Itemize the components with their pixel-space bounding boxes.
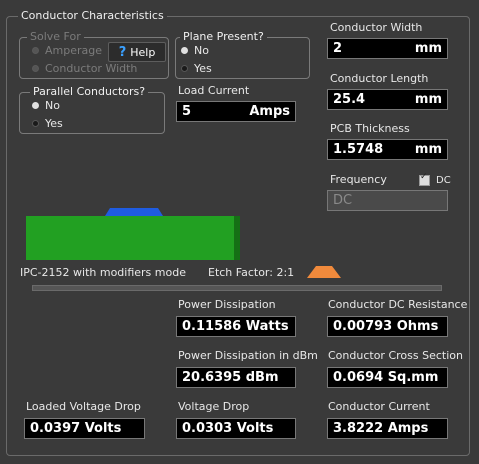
conductor-width-value: 2 [333, 41, 343, 56]
help-label: Help [130, 45, 156, 59]
help-button[interactable]: ? Help [108, 42, 166, 62]
power-dbm-value: 20.6395 dBm [182, 370, 279, 385]
radio-parallel-yes-label: Yes [45, 117, 63, 130]
radio-amperage[interactable]: Amperage [32, 44, 102, 57]
radio-parallel-no[interactable]: No [32, 99, 60, 112]
conductor-width-input[interactable]: 2 mm [327, 38, 448, 59]
radio-conductor-width-label: Conductor Width [45, 62, 138, 75]
dc-checkbox[interactable]: DC [419, 172, 451, 186]
load-current-value: 5 [182, 104, 192, 119]
parallel-conductors-title: Parallel Conductors? [30, 85, 149, 98]
dc-resistance-label: Conductor DC Resistance [328, 298, 468, 311]
load-current-label: Load Current [178, 84, 250, 97]
load-current-input[interactable]: 5 Amps [176, 101, 296, 122]
radio-plane-no-label: No [194, 44, 209, 57]
etch-trapezoid-shape [307, 266, 341, 278]
load-current-unit: Amps [249, 104, 290, 119]
voltage-drop-label: Voltage Drop [178, 400, 250, 413]
conductor-length-label: Conductor Length [330, 72, 429, 85]
radio-parallel-yes[interactable]: Yes [32, 117, 63, 130]
panel-title: Conductor Characteristics [18, 9, 167, 22]
pcb-cross-section-diagram [26, 208, 240, 260]
power-dissipation-label: Power Dissipation [178, 298, 276, 311]
radio-dot-icon [181, 65, 188, 72]
power-dissipation-value: 0.11586 Watts [182, 319, 289, 334]
conductor-trace-shape [105, 208, 163, 216]
power-dbm-label: Power Dissipation in dBm [178, 349, 318, 362]
radio-plane-yes[interactable]: Yes [181, 62, 212, 75]
pcb-board-shape [26, 216, 238, 260]
radio-plane-yes-label: Yes [194, 62, 212, 75]
radio-parallel-no-label: No [45, 99, 60, 112]
plane-present-title: Plane Present? [180, 30, 267, 43]
slider-track[interactable] [32, 285, 442, 291]
conductor-current-label: Conductor Current [328, 400, 430, 413]
cross-section-value: 0.0694 Sq.mm [333, 370, 439, 385]
radio-dot-icon [181, 47, 188, 54]
conductor-current-output: 3.8222 Amps [327, 418, 448, 439]
conductor-length-input[interactable]: 25.4 mm [327, 89, 448, 110]
voltage-drop-value: 0.0303 Volts [182, 421, 274, 436]
loaded-voltage-drop-output: 0.0397 Volts [24, 418, 145, 439]
mode-text: IPC-2152 with modifiers mode [20, 266, 186, 279]
solve-for-title: Solve For [27, 30, 84, 43]
conductor-current-value: 3.8222 Amps [333, 421, 429, 436]
radio-amperage-label: Amperage [45, 44, 103, 57]
etch-factor-icon [307, 266, 341, 278]
pcb-thickness-label: PCB Thickness [330, 122, 410, 135]
cross-section-output: 0.0694 Sq.mm [327, 367, 448, 388]
power-dbm-output: 20.6395 dBm [176, 367, 296, 388]
loaded-voltage-drop-label: Loaded Voltage Drop [26, 400, 141, 413]
conductor-width-unit: mm [414, 41, 442, 56]
question-icon: ? [118, 44, 127, 60]
checkbox-checked-icon [419, 172, 430, 186]
frequency-value: DC [333, 193, 353, 208]
dc-checkbox-label: DC [436, 175, 451, 186]
radio-dot-icon [32, 65, 39, 72]
pcb-thickness-input[interactable]: 1.5748 mm [327, 139, 448, 160]
radio-dot-icon [32, 120, 39, 127]
power-dissipation-output: 0.11586 Watts [176, 316, 296, 337]
etch-factor-text: Etch Factor: 2:1 [208, 266, 295, 279]
cross-section-label: Conductor Cross Section [328, 349, 463, 362]
frequency-input[interactable]: DC [327, 190, 448, 211]
frequency-label: Frequency [330, 173, 387, 186]
radio-dot-icon [32, 102, 39, 109]
radio-dot-icon [32, 47, 39, 54]
conductor-width-label: Conductor Width [330, 21, 423, 34]
pcb-thickness-unit: mm [414, 142, 442, 157]
loaded-voltage-drop-value: 0.0397 Volts [30, 421, 122, 436]
pcb-thickness-value: 1.5748 [333, 142, 384, 157]
dc-resistance-output: 0.00793 Ohms [327, 316, 448, 337]
pcb-board-edge-shape [234, 216, 240, 260]
conductor-length-value: 25.4 [333, 92, 366, 107]
radio-plane-no[interactable]: No [181, 44, 209, 57]
dc-resistance-value: 0.00793 Ohms [333, 319, 439, 334]
voltage-drop-output: 0.0303 Volts [176, 418, 296, 439]
radio-conductor-width[interactable]: Conductor Width [32, 62, 137, 75]
conductor-length-unit: mm [414, 92, 442, 107]
